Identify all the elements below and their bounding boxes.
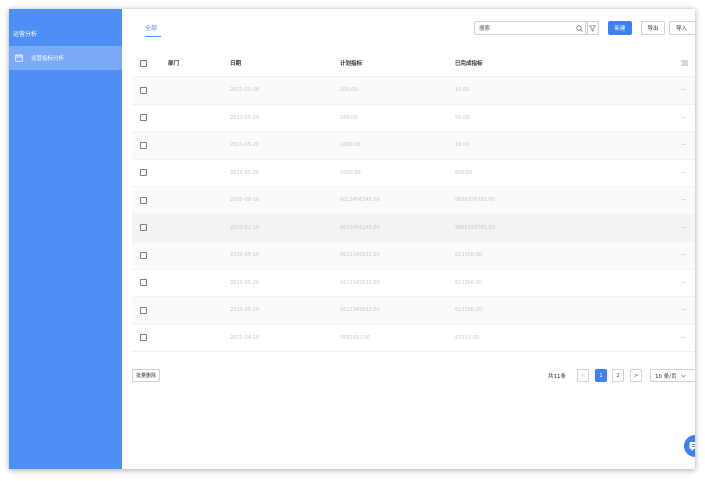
cell-plan: 5891422.00 <box>340 334 371 341</box>
search-icon[interactable] <box>576 24 583 32</box>
row-checkbox[interactable] <box>140 242 147 269</box>
pagination-prev-button[interactable]: < <box>577 369 589 382</box>
column-header-done[interactable]: 已完成指标 <box>455 50 483 76</box>
cell-plan: 100.00 <box>340 114 358 121</box>
tab-all[interactable]: 全部 <box>145 23 157 32</box>
calendar-icon <box>15 54 23 62</box>
app-window: 运营分析 运营指标分析 全部 搜索 新建 导出 导入 部门 日期 计划指标 已完… <box>9 9 695 469</box>
row-checkbox[interactable] <box>140 132 147 159</box>
cell-plan: 5612345622.00 <box>340 252 380 259</box>
export-button[interactable]: 导出 <box>641 21 665 35</box>
pagination-page-1[interactable]: 1 <box>595 369 607 382</box>
table-row[interactable]: 2020-05-20 5612345622.00 611356.00 ··· <box>132 270 695 297</box>
cell-done: 5656156781.00 <box>455 224 495 231</box>
cell-done: 50.00 <box>455 114 470 121</box>
chevron-down-icon <box>680 374 686 378</box>
row-checkbox[interactable] <box>140 270 147 297</box>
row-checkbox[interactable] <box>140 215 147 242</box>
import-button[interactable]: 导入 <box>669 21 695 35</box>
data-table: 部门 日期 计划指标 已完成指标 2021-05-28 100.00 10.00 <box>132 50 695 352</box>
batch-delete-button[interactable]: 批量删除 <box>132 369 161 382</box>
cell-plan: 1000.00 <box>340 142 361 149</box>
select-all-checkbox[interactable] <box>140 50 147 76</box>
table-row[interactable]: 2021-02-19 6013456245.00 5656156781.00 ·… <box>132 214 695 242</box>
cell-plan: 6013456245.00 <box>340 224 380 231</box>
row-checkbox[interactable] <box>140 160 147 187</box>
column-settings-icon[interactable] <box>681 50 688 76</box>
cell-date: 2021-02-19 <box>230 224 260 231</box>
row-more-icon[interactable]: ··· <box>681 77 686 104</box>
cell-done: 5656156781.00 <box>455 197 495 204</box>
cell-date: 2021-05-25 <box>230 169 260 176</box>
chat-button[interactable] <box>684 435 695 457</box>
cell-done: 611356.00 <box>455 252 483 259</box>
column-header-department[interactable]: 部门 <box>168 50 179 76</box>
cell-done: 611356.00 <box>455 279 483 286</box>
table-row[interactable]: 2021-04-19 5891422.00 52311.00 ··· <box>132 325 695 352</box>
table-row[interactable]: 2021-05-28 100.00 10.00 ··· <box>132 77 695 105</box>
cell-date: 2021-05-24 <box>230 114 260 121</box>
pagination-page-2[interactable]: 2 <box>612 369 624 382</box>
search-placeholder: 搜索 <box>479 26 491 32</box>
row-more-icon[interactable]: ··· <box>681 187 686 214</box>
sidebar-item-operation-indicator-analysis[interactable]: 运营指标分析 <box>9 46 122 70</box>
column-settings-icon-glyph <box>681 60 688 66</box>
cell-plan: 5612345622.00 <box>340 279 380 286</box>
row-more-icon[interactable]: ··· <box>681 105 686 132</box>
cell-done: 10.00 <box>455 87 470 94</box>
row-more-icon[interactable]: ··· <box>681 215 686 242</box>
cell-date: 2021-05-20 <box>230 142 260 149</box>
cell-plan: 5612345622.00 <box>340 307 380 314</box>
page-size-select[interactable]: 10 条/页 <box>650 369 695 382</box>
new-button[interactable]: 新建 <box>608 21 632 35</box>
cell-date: 2021-04-19 <box>230 334 260 341</box>
row-checkbox[interactable] <box>140 325 147 352</box>
row-more-icon[interactable]: ··· <box>681 242 686 269</box>
table-row[interactable]: 2021-05-20 1000.00 10.00 ··· <box>132 132 695 160</box>
row-more-icon[interactable]: ··· <box>681 132 686 159</box>
column-header-date[interactable]: 日期 <box>230 50 241 76</box>
sidebar: 运营分析 运营指标分析 <box>9 9 122 469</box>
filter-icon <box>588 24 596 32</box>
cell-plan: 100.00 <box>340 87 358 94</box>
row-more-icon[interactable]: ··· <box>681 270 686 297</box>
cell-done: 10.00 <box>455 142 470 149</box>
row-checkbox[interactable] <box>140 297 147 324</box>
table-row[interactable]: 2020-08-19 6013456245.00 5656156781.00 ·… <box>132 187 695 215</box>
sidebar-title: 运营分析 <box>13 31 38 38</box>
column-header-plan[interactable]: 计划指标 <box>340 50 362 76</box>
row-checkbox[interactable] <box>140 105 147 132</box>
page-size-value: 10 条/页 <box>655 373 677 380</box>
main-panel: 全部 搜索 新建 导出 导入 部门 日期 计划指标 已完成指标 2021-05-… <box>122 9 695 469</box>
row-more-icon[interactable]: ··· <box>681 297 686 324</box>
row-checkbox[interactable] <box>140 187 147 214</box>
table-row[interactable]: 2020-05-19 5612345622.00 611356.00 ··· <box>132 242 695 270</box>
table-row[interactable]: 2021-05-24 100.00 50.00 ··· <box>132 105 695 132</box>
cell-done: 800.00 <box>455 169 473 176</box>
tab-active-indicator <box>145 36 161 37</box>
table-header-row: 部门 日期 计划指标 已完成指标 <box>132 50 695 77</box>
row-checkbox[interactable] <box>140 77 147 104</box>
cell-plan: 6013456245.00 <box>340 197 380 204</box>
pagination-next-button[interactable]: > <box>630 369 642 382</box>
cell-date: 2020-08-19 <box>230 197 260 204</box>
sidebar-item-label: 运营指标分析 <box>31 56 65 62</box>
cell-date: 2020-05-19 <box>230 252 260 259</box>
cell-done: 52311.00 <box>455 334 479 341</box>
filter-button[interactable] <box>585 21 599 35</box>
cell-done: 611356.00 <box>455 307 483 314</box>
table-row[interactable]: 2020-05-19 5612345622.00 611356.00 ··· <box>132 297 695 325</box>
chat-icon <box>689 441 695 451</box>
table-row[interactable]: 2021-05-25 1000.00 800.00 ··· <box>132 160 695 187</box>
cell-date: 2020-05-19 <box>230 307 260 314</box>
cell-date: 2020-05-20 <box>230 279 260 286</box>
pagination-total: 共11条 <box>548 373 566 380</box>
cell-plan: 1000.00 <box>340 169 361 176</box>
row-more-icon[interactable]: ··· <box>681 160 686 187</box>
cell-date: 2021-05-28 <box>230 87 260 94</box>
row-more-icon[interactable]: ··· <box>681 325 686 352</box>
search-input[interactable]: 搜索 <box>474 21 588 35</box>
